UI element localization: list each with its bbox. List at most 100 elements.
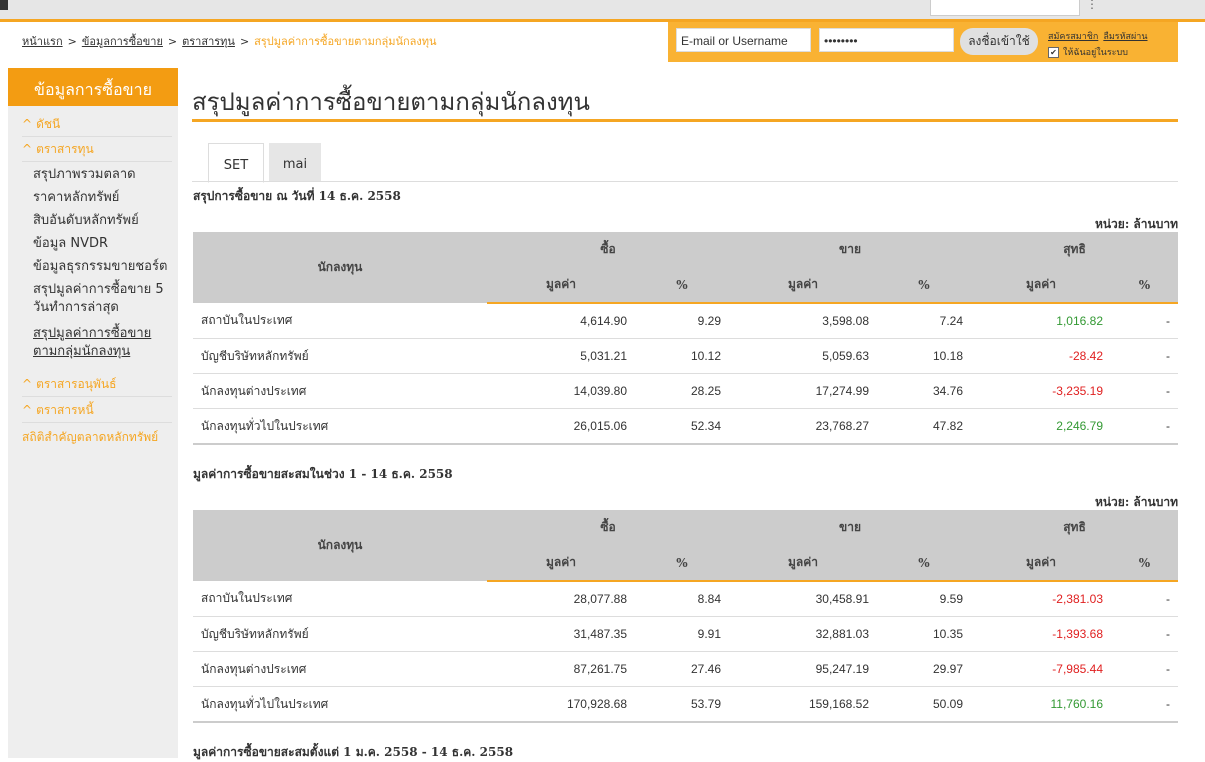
table-row: บัญชีบริษัทหลักทรัพย์ 5,031.21 10.12 5,0… bbox=[193, 338, 1178, 374]
sidebar-item-key-statistics[interactable]: สถิติสำคัญตลาดหลักทรัพย์ bbox=[22, 428, 158, 447]
sidebar-item-stock-price[interactable]: ราคาหลักทรัพย์ bbox=[33, 189, 173, 207]
net-pct: - bbox=[1111, 373, 1178, 409]
sidebar-category-derivatives[interactable]: ^ ตราสารอนุพันธ์ bbox=[22, 375, 172, 397]
breadcrumb-stocks-link[interactable]: ตราสารทุน bbox=[182, 35, 235, 48]
register-link[interactable]: สมัครสมาชิก bbox=[1048, 32, 1098, 42]
sidebar-item-top-ten[interactable]: สิบอันดับหลักทรัพย์ bbox=[33, 212, 173, 230]
sell-value: 17,274.99 bbox=[729, 373, 877, 409]
col-buy: ซื้อ bbox=[487, 510, 729, 545]
breadcrumb: หน้าแรก > ข้อมูลการซื้อขาย > ตราสารทุน > สรุปม… bbox=[22, 32, 437, 50]
buy-value: 31,487.35 bbox=[487, 616, 635, 652]
col-sell-pct: % bbox=[877, 545, 971, 582]
sell-pct: 7.24 bbox=[877, 303, 971, 339]
buy-pct: 28.25 bbox=[635, 373, 729, 409]
tabs-divider bbox=[192, 181, 1178, 182]
sell-value: 3,598.08 bbox=[729, 303, 877, 339]
title-divider bbox=[192, 119, 1178, 122]
sell-pct: 10.18 bbox=[877, 338, 971, 374]
buy-pct: 8.84 bbox=[635, 581, 729, 617]
col-buy-value: มูลค่า bbox=[487, 545, 635, 582]
buy-pct: 52.34 bbox=[635, 408, 729, 445]
sell-pct: 29.97 bbox=[877, 651, 971, 687]
net-pct: - bbox=[1111, 616, 1178, 652]
col-net-value: มูลค่า bbox=[971, 545, 1111, 582]
sidebar: ข้อมูลการซื้อขาย ^ ดัชนี ^ ตราสารทุน สรุปภ… bbox=[8, 68, 178, 758]
forgot-password-link[interactable]: ลืมรหัสผ่าน bbox=[1103, 32, 1147, 42]
investor-name: นักลงทุนต่างประเทศ bbox=[193, 373, 487, 409]
section-title-daily: สรุปการซื้อขาย ณ วันที่ 14 ธ.ค. 2558 bbox=[193, 189, 401, 203]
login-panel: E-mail or Username •••••••• ลงชื่อเข้าใช… bbox=[668, 22, 1178, 62]
net-value: -7,985.44 bbox=[971, 651, 1111, 687]
net-pct: - bbox=[1111, 651, 1178, 687]
sell-pct: 50.09 bbox=[877, 686, 971, 723]
search-input[interactable] bbox=[930, 0, 1080, 16]
col-sell-value: มูลค่า bbox=[729, 545, 877, 582]
investor-name: บัญชีบริษัทหลักทรัพย์ bbox=[193, 616, 487, 652]
sidebar-category-index[interactable]: ^ ดัชนี bbox=[22, 115, 172, 137]
net-value: 2,246.79 bbox=[971, 408, 1111, 445]
breadcrumb-separator: > bbox=[167, 35, 178, 48]
sidebar-category-label: ตราสารหนี้ bbox=[36, 403, 94, 417]
sidebar-category-label: ตราสารทุน bbox=[36, 142, 94, 156]
tab-mai[interactable]: mai bbox=[269, 143, 321, 181]
col-investor: นักลงทุน bbox=[193, 232, 487, 303]
buy-value: 4,614.90 bbox=[487, 303, 635, 339]
caret-up-icon: ^ bbox=[22, 117, 33, 131]
breadcrumb-home-link[interactable]: หน้าแรก bbox=[22, 35, 63, 48]
investor-name: สถาบันในประเทศ bbox=[193, 581, 487, 617]
sell-value: 5,059.63 bbox=[729, 338, 877, 374]
sidebar-item-market-summary[interactable]: สรุปภาพรวมตลาด bbox=[33, 166, 173, 184]
breadcrumb-current: สรุปมูลค่าการซื้อขายตามกลุ่มนักลงทุน bbox=[254, 35, 437, 48]
remember-me-checkbox[interactable]: ✔ bbox=[1048, 47, 1059, 58]
buy-pct: 9.29 bbox=[635, 303, 729, 339]
sell-value: 23,768.27 bbox=[729, 408, 877, 445]
net-value: -28.42 bbox=[971, 338, 1111, 374]
top-navigation-bar: ⋮ bbox=[0, 0, 1205, 22]
buy-value: 14,039.80 bbox=[487, 373, 635, 409]
table-row: นักลงทุนทั่วไปในประเทศ 170,928.68 53.79 … bbox=[193, 686, 1178, 723]
sidebar-item-short-sell[interactable]: ข้อมูลธุรกรรมขายชอร์ต bbox=[33, 258, 173, 276]
col-sell: ขาย bbox=[729, 510, 971, 545]
sidebar-category-bonds[interactable]: ^ ตราสารหนี้ bbox=[22, 401, 172, 423]
sidebar-item-investor-type[interactable]: สรุปมูลค่าการซื้อขายตามกลุ่มนักลงทุน bbox=[33, 325, 173, 361]
net-value: -3,235.19 bbox=[971, 373, 1111, 409]
sell-value: 30,458.91 bbox=[729, 581, 877, 617]
account-links: สมัครสมาชิก ลืมรหัสผ่าน bbox=[1048, 29, 1153, 43]
sidebar-item-five-day-summary[interactable]: สรุปมูลค่าการซื้อขาย 5 วันทำการล่าสุด bbox=[33, 281, 173, 317]
net-pct: - bbox=[1111, 686, 1178, 723]
table-row: สถาบันในประเทศ 4,614.90 9.29 3,598.08 7.… bbox=[193, 303, 1178, 339]
sidebar-heading: ข้อมูลการซื้อขาย bbox=[8, 68, 178, 106]
col-buy-pct: % bbox=[635, 267, 729, 304]
sell-pct: 10.35 bbox=[877, 616, 971, 652]
net-value: -1,393.68 bbox=[971, 616, 1111, 652]
password-input[interactable]: •••••••• bbox=[819, 28, 954, 52]
net-value: 1,016.82 bbox=[971, 303, 1111, 339]
page-title: สรุปมูลค่าการซื้อขายตามกลุ่มนักลงทุน bbox=[192, 88, 590, 116]
table-row: นักลงทุนต่างประเทศ 14,039.80 28.25 17,27… bbox=[193, 373, 1178, 409]
sell-value: 95,247.19 bbox=[729, 651, 877, 687]
net-value: 11,760.16 bbox=[971, 686, 1111, 723]
col-sell: ขาย bbox=[729, 232, 971, 267]
col-net-value: มูลค่า bbox=[971, 267, 1111, 304]
buy-pct: 53.79 bbox=[635, 686, 729, 723]
sell-value: 159,168.52 bbox=[729, 686, 877, 723]
buy-pct: 27.46 bbox=[635, 651, 729, 687]
investor-name: นักลงทุนทั่วไปในประเทศ bbox=[193, 408, 487, 445]
investor-name: นักลงทุนต่างประเทศ bbox=[193, 651, 487, 687]
username-input[interactable]: E-mail or Username bbox=[676, 28, 811, 52]
tab-set[interactable]: SET bbox=[208, 143, 264, 183]
col-net: สุทธิ bbox=[971, 510, 1178, 545]
more-icon[interactable]: ⋮ bbox=[1086, 0, 1098, 11]
login-button[interactable]: ลงชื่อเข้าใช้ bbox=[960, 28, 1038, 55]
breadcrumb-trading-link[interactable]: ข้อมูลการซื้อขาย bbox=[82, 35, 163, 48]
buy-value: 5,031.21 bbox=[487, 338, 635, 374]
sell-pct: 9.59 bbox=[877, 581, 971, 617]
remember-me-label: ให้ฉันอยู่ในระบบ bbox=[1063, 48, 1128, 58]
net-pct: - bbox=[1111, 581, 1178, 617]
sidebar-item-nvdr[interactable]: ข้อมูล NVDR bbox=[33, 235, 173, 253]
col-net-pct: % bbox=[1111, 545, 1178, 582]
col-investor: นักลงทุน bbox=[193, 510, 487, 581]
sidebar-category-stocks[interactable]: ^ ตราสารทุน bbox=[22, 140, 172, 162]
col-sell-pct: % bbox=[877, 267, 971, 304]
sidebar-category-label: ดัชนี bbox=[36, 117, 61, 131]
